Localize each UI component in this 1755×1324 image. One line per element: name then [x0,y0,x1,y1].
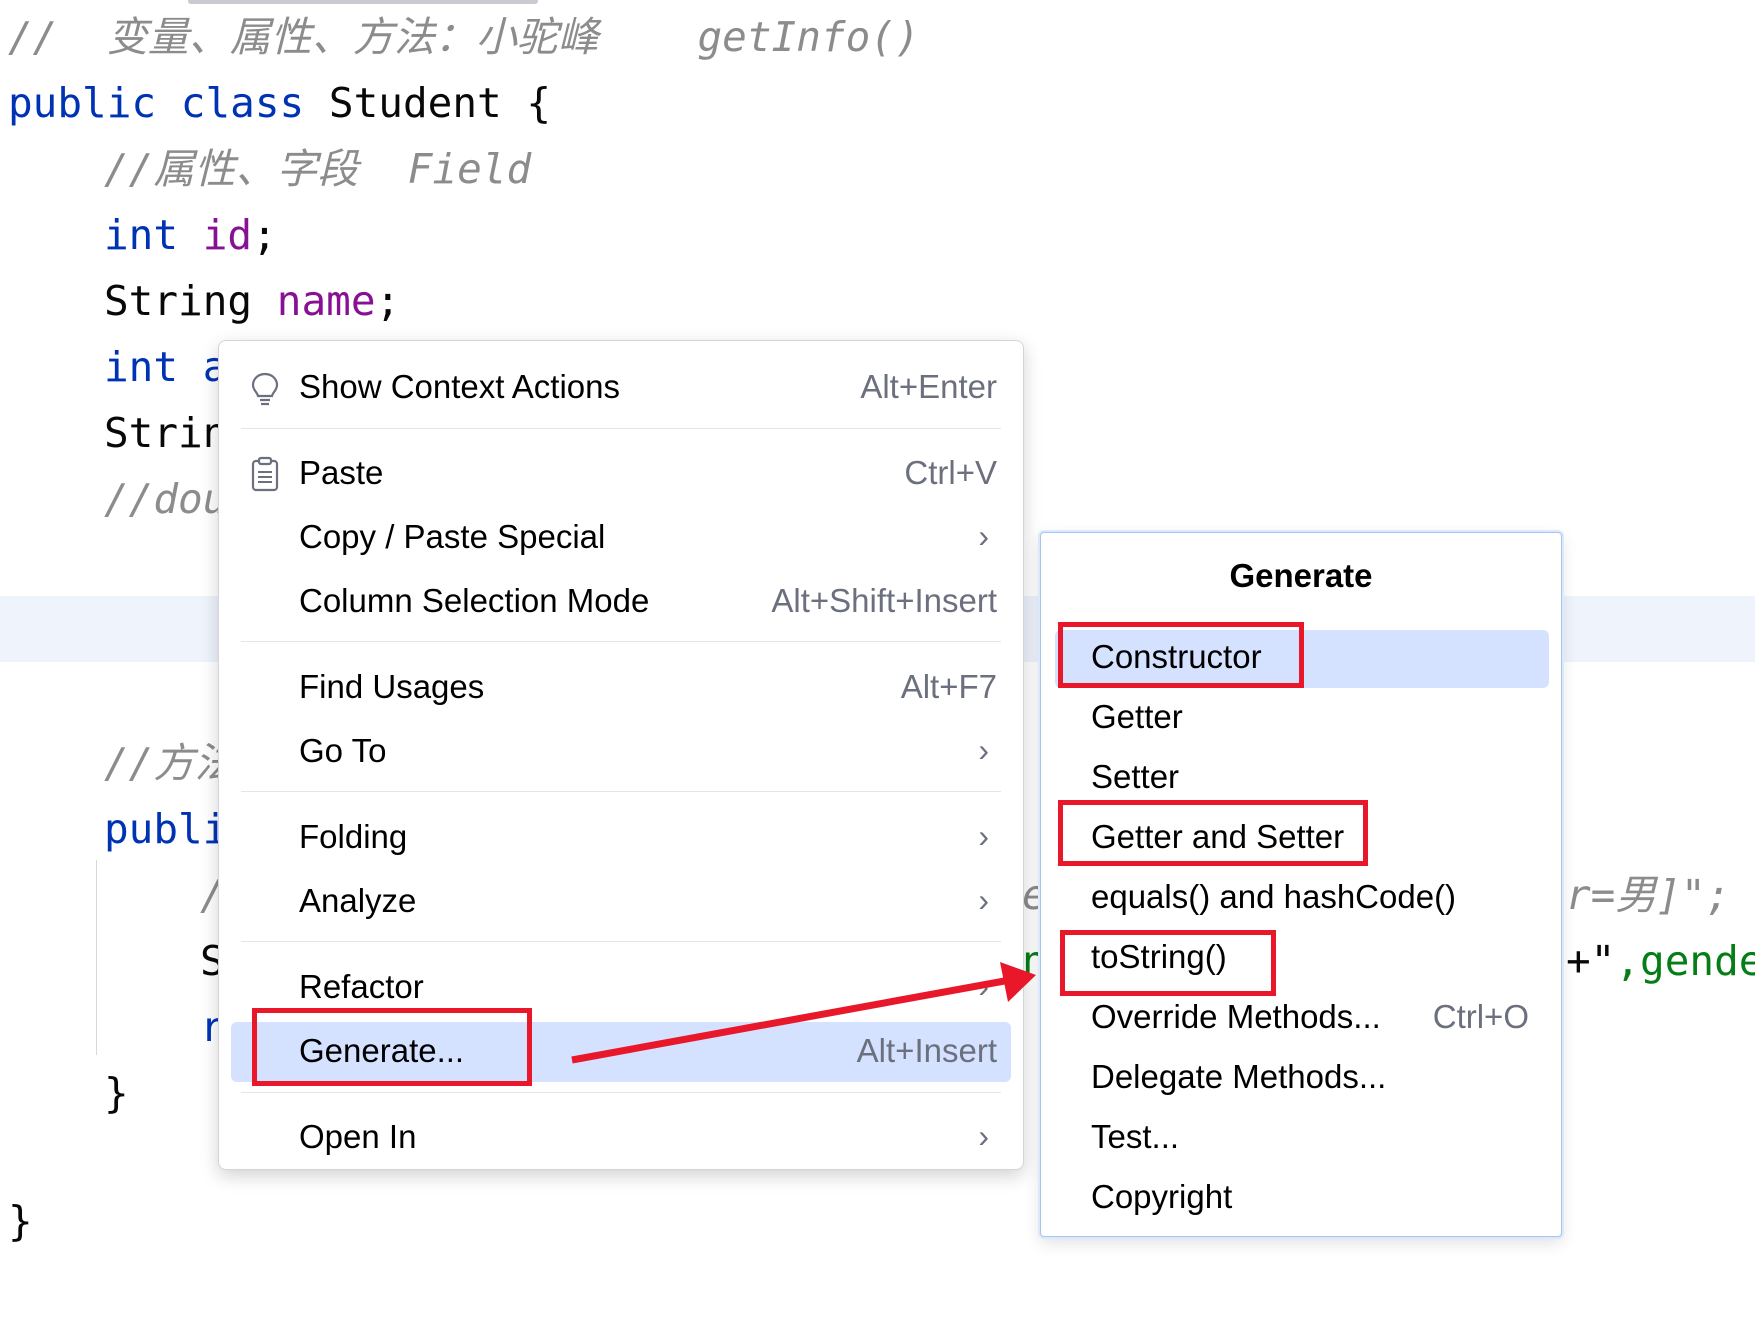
annotation-arrow [571,962,1036,1064]
